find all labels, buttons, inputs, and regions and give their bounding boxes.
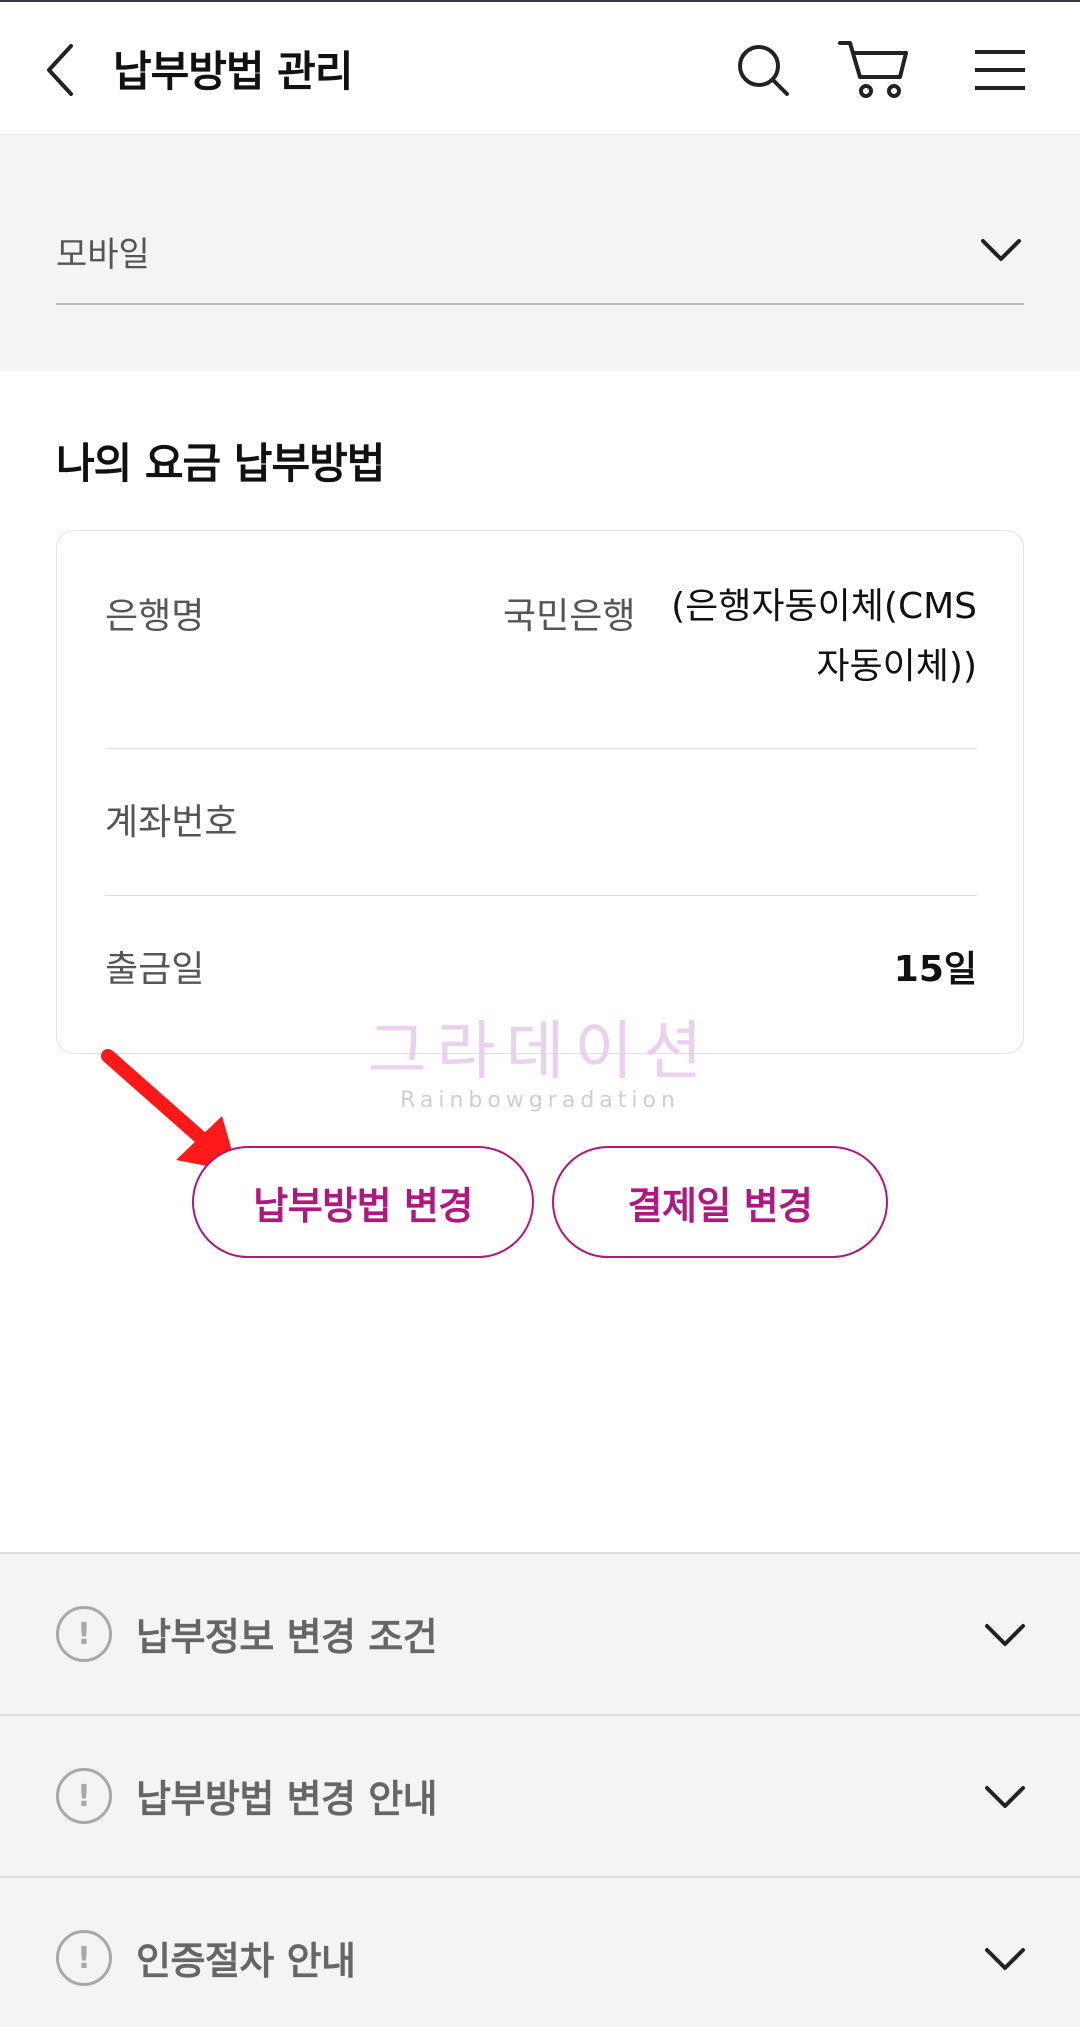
info-icon: !: [56, 1606, 112, 1662]
line-select-value: 모바일: [56, 235, 150, 275]
bank-row: 은행명 국민은행 (은행자동이체(CMS 자동이체)): [105, 581, 977, 749]
change-payment-date-button[interactable]: 결제일 변경: [552, 1146, 888, 1258]
change-payment-method-button[interactable]: 납부방법 변경: [192, 1146, 534, 1258]
accordion-change-conditions[interactable]: ! 납부정보 변경 조건: [0, 1552, 1080, 1714]
info-icon: !: [56, 1768, 112, 1824]
withdraw-day-row: 출금일 15일: [105, 896, 977, 1054]
app-header: 납부방법 관리: [0, 2, 1080, 135]
chevron-down-icon: [978, 227, 1024, 273]
accordion-label: 납부정보 변경 조건: [136, 1615, 438, 1659]
accordion-label: 납부방법 변경 안내: [136, 1777, 438, 1821]
info-icon: !: [56, 1930, 112, 1986]
cart-icon: [838, 41, 908, 98]
line-select-section: 모바일: [0, 135, 1080, 371]
bank-name: 국민은행: [503, 596, 636, 637]
bank-label: 은행명: [105, 596, 205, 637]
chevron-down-icon: [980, 1772, 1030, 1822]
payment-info-card: 은행명 국민은행 (은행자동이체(CMS 자동이체)) 계좌번호 출금일 15일: [56, 530, 1024, 1054]
withdraw-day-label: 출금일: [105, 949, 205, 990]
line-select-dropdown[interactable]: 모바일: [56, 215, 1024, 305]
search-icon: [738, 45, 789, 96]
withdraw-day-value: 15일: [893, 949, 977, 990]
search-button[interactable]: [725, 32, 801, 108]
account-row: 계좌번호: [105, 749, 977, 896]
accordion-label: 인증절차 안내: [136, 1939, 356, 1983]
accordion-auth-guide[interactable]: ! 인증절차 안내: [0, 1876, 1080, 2027]
watermark-sub: Rainbowgradation: [400, 1088, 680, 1113]
page-title: 납부방법 관리: [113, 47, 353, 96]
back-icon: [47, 44, 73, 96]
account-label: 계좌번호: [105, 802, 238, 843]
menu-icon: [975, 50, 1025, 90]
chevron-down-icon: [980, 1610, 1030, 1660]
section-title: 나의 요금 납부방법: [56, 439, 385, 488]
chevron-down-icon: [980, 1934, 1030, 1984]
menu-button[interactable]: [962, 32, 1038, 108]
cart-button[interactable]: [836, 32, 912, 108]
back-button[interactable]: [40, 40, 80, 100]
accordion-method-guide[interactable]: ! 납부방법 변경 안내: [0, 1714, 1080, 1876]
payment-type: (은행자동이체(CMS 자동이체)): [671, 586, 977, 687]
